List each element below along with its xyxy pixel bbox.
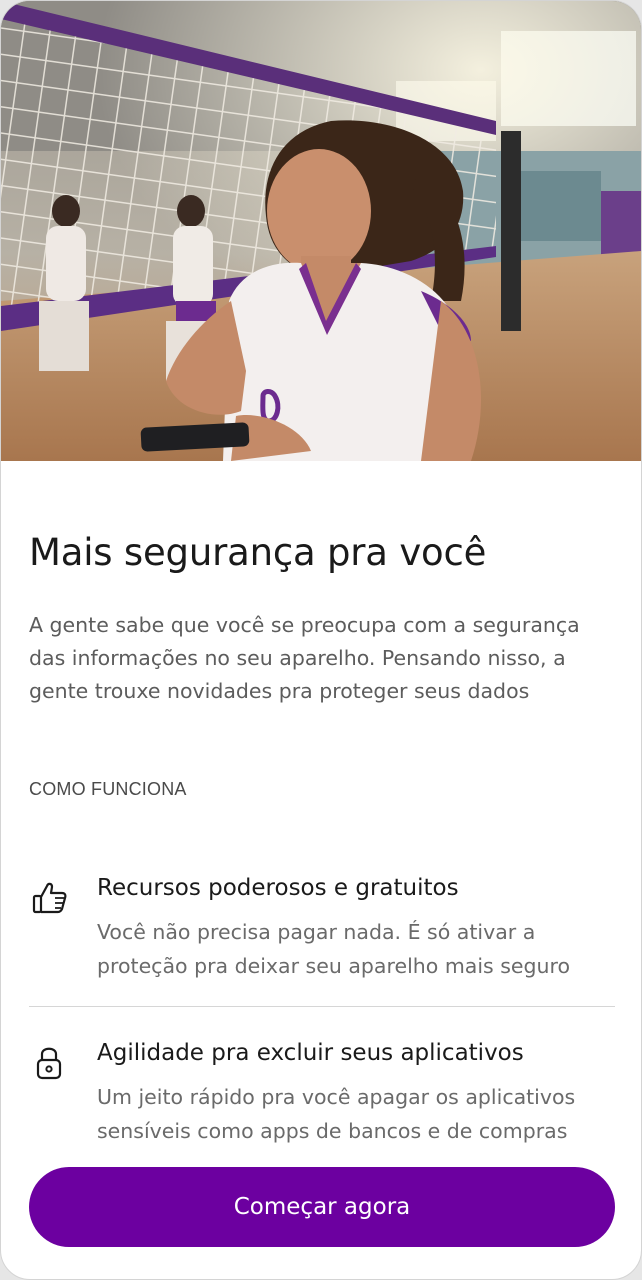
feature-description: Você não precisa pagar nada. É só ativar…	[97, 920, 571, 978]
hero-photo	[1, 1, 641, 461]
lock-icon	[36, 1047, 62, 1080]
hero-image	[1, 1, 641, 461]
feature-title: Recursos poderosos e gratuitos	[97, 875, 459, 901]
screen: Mais segurança pra você A gente sabe que…	[0, 0, 642, 1280]
intro-text: A gente sabe que você se preocupa com a …	[29, 613, 580, 703]
divider	[29, 1006, 615, 1007]
feature-description: Um jeito rápido pra você apagar os aplic…	[97, 1085, 576, 1143]
thumbs-up-icon	[32, 882, 67, 914]
page-title: Mais segurança pra você	[29, 531, 487, 574]
section-label-how-it-works: COMO FUNCIONA	[29, 779, 187, 799]
start-now-button[interactable]: Começar agora	[29, 1167, 615, 1247]
feature-title: Agilidade pra excluir seus aplicativos	[97, 1040, 524, 1066]
